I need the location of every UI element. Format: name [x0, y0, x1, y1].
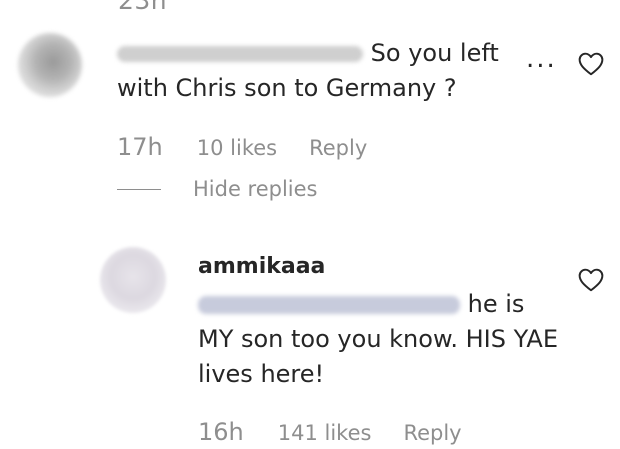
- reply-text: he is MY son too you know. HIS YAE lives…: [198, 287, 558, 392]
- comment-time[interactable]: 17h: [117, 133, 163, 161]
- previous-comment-time: 23h: [118, 0, 168, 15]
- comment-likes[interactable]: 10 likes: [197, 136, 277, 160]
- hide-replies-label: Hide replies: [193, 177, 318, 201]
- comment-text: So you left with Chris son to Germany ?: [117, 36, 512, 106]
- avatar[interactable]: [18, 33, 82, 97]
- hide-replies-button[interactable]: Hide replies: [117, 177, 318, 201]
- reply-avatar[interactable]: [100, 247, 166, 313]
- comment-text-rest: with Chris son to Germany ?: [117, 74, 457, 102]
- comments-thread: 23h So you left with Chris son to German…: [0, 0, 620, 449]
- reply-time[interactable]: 16h: [198, 418, 244, 446]
- reply-username[interactable]: ammikaaa: [198, 254, 325, 279]
- comment-meta: 17h 10 likes Reply: [117, 133, 367, 161]
- comment-text-line1: So you left: [370, 39, 499, 67]
- heart-icon[interactable]: [578, 268, 604, 292]
- reply-meta: 16h 141 likes Reply: [198, 418, 462, 446]
- blurred-mention[interactable]: [198, 296, 460, 314]
- heart-icon[interactable]: [578, 52, 604, 76]
- blurred-username[interactable]: [117, 46, 363, 62]
- reply-text-line1: he is: [467, 290, 525, 318]
- reply-button[interactable]: Reply: [403, 421, 461, 445]
- reply-text-rest: MY son too you know. HIS YAE lives here!: [198, 325, 558, 388]
- reply-button[interactable]: Reply: [309, 136, 367, 160]
- divider-line: [117, 188, 161, 190]
- more-options-icon[interactable]: ...: [526, 44, 557, 74]
- reply-likes[interactable]: 141 likes: [278, 421, 372, 445]
